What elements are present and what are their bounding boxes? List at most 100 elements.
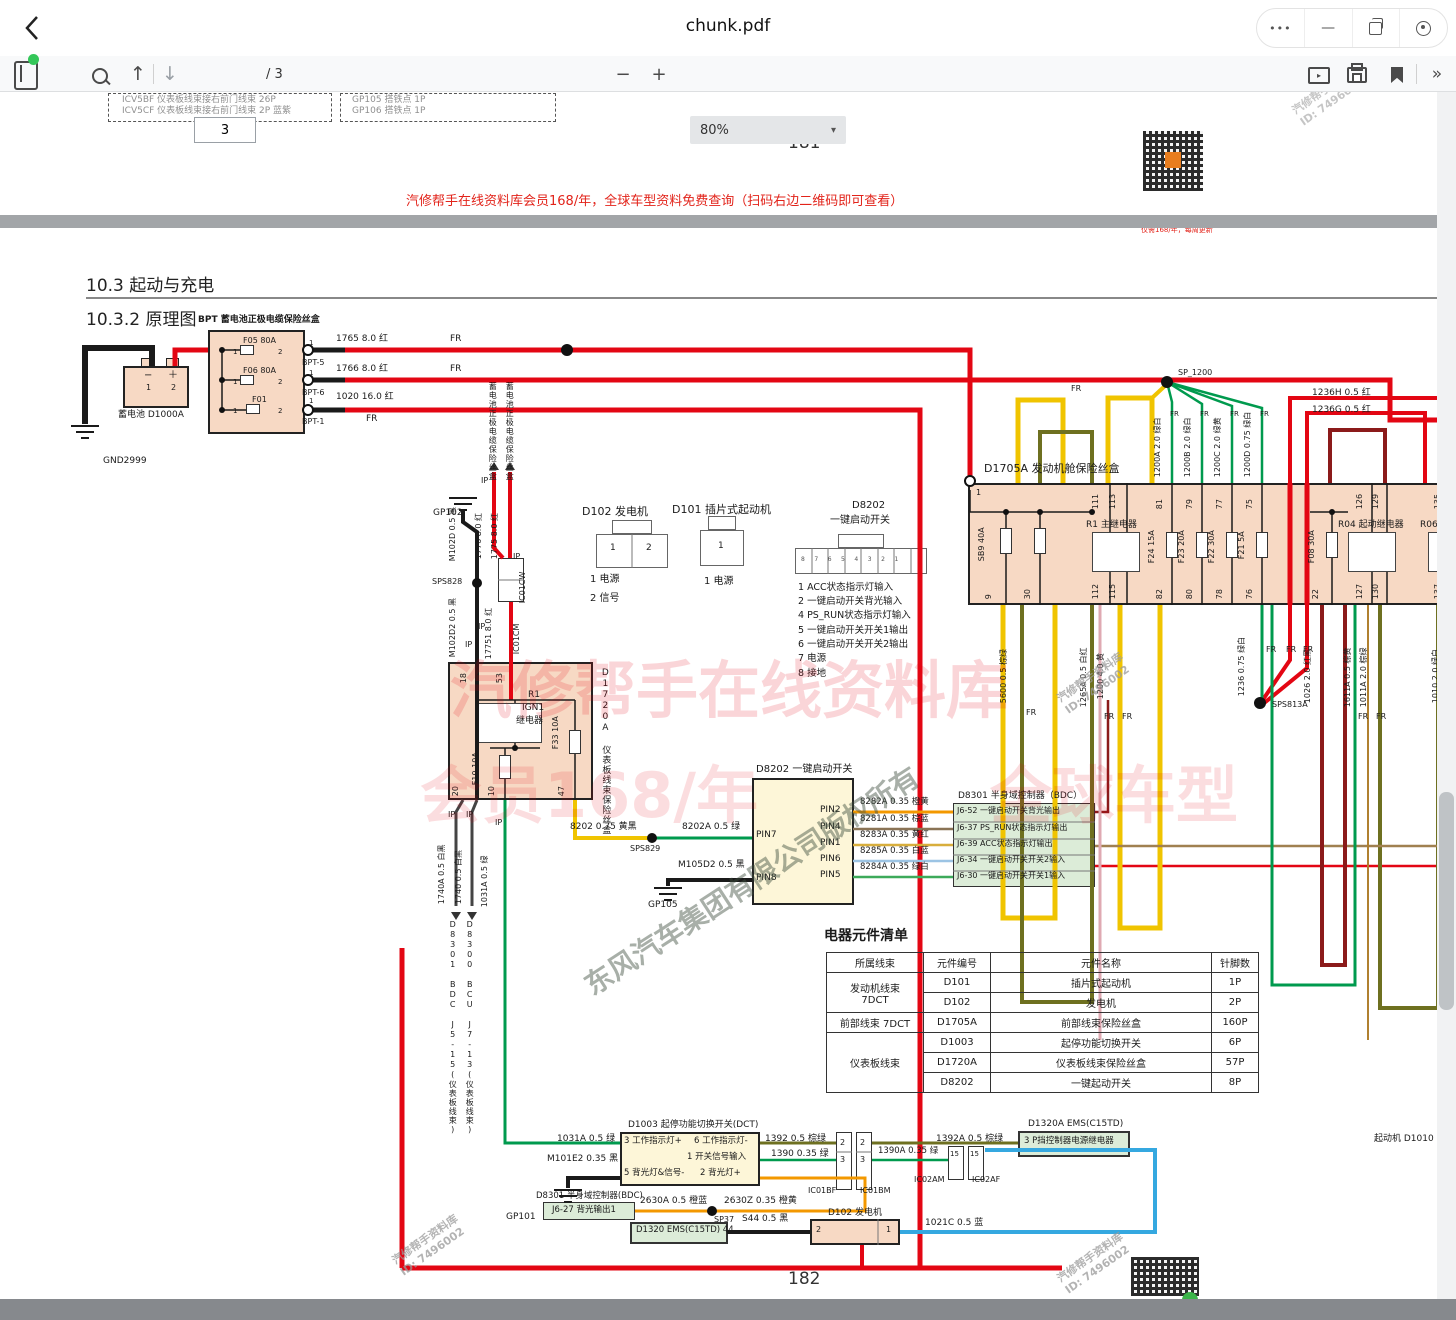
diagram-label: 3 P挡控制器电源继电器 <box>1024 1137 1114 1147</box>
diagram-label: 1265A 0.5 白红 <box>1079 648 1088 708</box>
restore-button[interactable] <box>1353 9 1401 47</box>
diagram-label: BPT 蓄电池正极电缆保险丝盒 <box>198 315 320 325</box>
table-cell: 前部线束保险丝盒 <box>991 1013 1212 1033</box>
diagram-label: GP105 <box>648 900 678 910</box>
diagram-label: 130 <box>1371 584 1380 599</box>
diagram-label: FR <box>450 334 461 344</box>
more-options-button[interactable]: ••• <box>1257 9 1305 47</box>
diagram-label: 2 一键启动开关背光输入 <box>798 597 902 608</box>
diagram-label: FR <box>1170 410 1179 418</box>
diagram-label: 1 <box>233 348 237 356</box>
diagram-label: 8285A 0.35 白蓝 <box>860 847 929 857</box>
sidebar-toggle[interactable] <box>14 61 40 89</box>
diagram-label: 115 <box>1108 584 1117 599</box>
page-number-input[interactable] <box>194 117 256 143</box>
diagram-label: M101E2 0.35 黑 <box>547 1154 618 1164</box>
diagram-label: GP101 <box>506 1212 536 1222</box>
target-icon <box>1416 21 1431 36</box>
diagram-label: F01 <box>252 395 267 404</box>
scrollbar-thumb[interactable] <box>1439 792 1454 1010</box>
minimize-button[interactable]: — <box>1305 9 1353 47</box>
diagram-label: 1031A 0.5 绿 <box>480 856 489 908</box>
arrow-up-icon: ↑ <box>130 63 146 85</box>
table-cell: D101 <box>924 973 991 993</box>
record-button[interactable] <box>1400 9 1447 47</box>
diagram-label: 2 信号 <box>590 593 620 605</box>
diagram-label: J6-34 一键启动开关开关2输入 <box>957 855 1065 864</box>
diagram-label: 81 <box>1155 499 1164 509</box>
zoom-level-select[interactable]: 80% ▾ <box>690 116 846 144</box>
table-cell: 仪表板线束保险丝盒 <box>991 1053 1212 1073</box>
divider <box>1416 64 1417 84</box>
diagram-label: 8 接地 <box>798 669 826 680</box>
diagram-label: J6-39 ACC状态指示灯输出 <box>957 839 1053 848</box>
diagram-label: 1020 16.0 红 <box>336 392 394 402</box>
table-column-header: 针脚数 <box>1212 953 1259 973</box>
bookmark-button[interactable] <box>1384 64 1410 86</box>
diagram-label: J6-52 一键启动开关背光输出 <box>957 806 1060 815</box>
search-button[interactable] <box>88 64 112 88</box>
ellipsis-icon: ••• <box>1269 22 1291 35</box>
print-button[interactable] <box>1344 64 1370 86</box>
page-up-button[interactable]: ↑ <box>126 60 150 88</box>
table-header-row: 所属线束元件编号元件名称针脚数 <box>827 953 1259 973</box>
restore-icon <box>1369 22 1382 35</box>
diagram-label: S44 0.5 黑 <box>742 1214 788 1224</box>
diagram-label: 起动机 D1010 <box>1374 1134 1434 1144</box>
scrollbar-track[interactable] <box>1437 92 1456 1299</box>
diagram-label: 2 <box>816 1225 821 1234</box>
diagram-label: PIN2 <box>820 805 841 815</box>
zoom-in-button[interactable]: + <box>646 60 672 88</box>
diagram-label: 1392A 0.5 棕绿 <box>936 1134 1003 1144</box>
table-column-header: 元件名称 <box>991 953 1212 973</box>
zoom-out-button[interactable]: − <box>610 60 636 88</box>
diagram-label: 6 一键启动开关开关2输出 <box>798 640 908 651</box>
diagram-label: 1026 2.0 红黑 <box>1303 649 1312 703</box>
component-table: 所属线束元件编号元件名称针脚数发动机线束 7DCTD101插片式起动机1PD10… <box>826 952 1259 1093</box>
diagram-label: IC01CM <box>512 624 521 655</box>
diagram-label: 1765 8.0 红 <box>336 334 388 344</box>
more-tools-button[interactable]: » <box>1424 60 1450 88</box>
diagram-label: 2 <box>860 1138 865 1147</box>
diagram-label: 15 <box>950 1150 959 1158</box>
diagram-label: IC01BF <box>808 1186 836 1195</box>
page-down-button[interactable]: ↓ <box>158 60 182 88</box>
diagram-label: R1 主继电器 <box>1086 520 1137 530</box>
presentation-button[interactable]: ▸ <box>1306 64 1332 86</box>
table-cell: 8P <box>1212 1073 1259 1093</box>
diagram-label: IC02AM <box>914 1175 945 1184</box>
table-cell: 2P <box>1212 993 1259 1013</box>
diagram-label: 1200C 2.0 绿黄 <box>1213 418 1222 478</box>
diagram-label: R04 起动继电器 <box>1338 520 1404 530</box>
diagram-label: GP106 搭铁点 1P <box>352 106 425 116</box>
diagram-label: M102D2 0.5 黑 <box>448 598 457 657</box>
table-cell: D1705A <box>924 1013 991 1033</box>
diagram-label: 5600 0.5 棕绿 <box>999 649 1008 703</box>
diagram-label: FR <box>1104 712 1114 721</box>
diagram-label: IP <box>448 810 455 819</box>
diagram-label: 127 <box>1355 584 1364 599</box>
diagram-label: IC01CW <box>518 572 527 604</box>
diagram-label: SP37 <box>714 1215 734 1224</box>
diagram-label: ICV5BF 仪表板线束接右前门线束 26P <box>122 95 276 105</box>
viewer-background <box>0 1299 1456 1320</box>
diagram-label: PIN7 <box>756 830 777 840</box>
diagram-label: 1 <box>976 488 981 497</box>
diagram-label: IP <box>465 640 472 649</box>
table-cell: 160P <box>1212 1013 1259 1033</box>
table-cell: 起停功能切换开关 <box>991 1033 1212 1053</box>
diagram-label: 1236H 0.5 红 <box>1312 388 1371 398</box>
diagram-label: 113 <box>1108 494 1117 509</box>
table-cell: 仪表板线束 <box>827 1033 924 1093</box>
diagram-label: SPS829 <box>630 844 660 853</box>
table-column-header: 元件编号 <box>924 953 991 973</box>
diagram-label: FR <box>1122 712 1132 721</box>
diagram-label: D1705A 发动机舱保险丝盒 <box>984 463 1120 476</box>
pdf-toolbar: ↑ ↓ / 3 − + 80% ▾ ▸ » <box>0 56 1456 92</box>
diagram-label: 47 <box>557 786 566 796</box>
diagram-label: 80 <box>1185 589 1194 599</box>
diagram-label: 1 电源 <box>590 574 620 586</box>
diagram-label: 10 <box>487 786 496 796</box>
diagram-label: BPT-1 <box>302 417 324 426</box>
diagram-label: 8202A 0.5 绿 <box>682 822 740 832</box>
